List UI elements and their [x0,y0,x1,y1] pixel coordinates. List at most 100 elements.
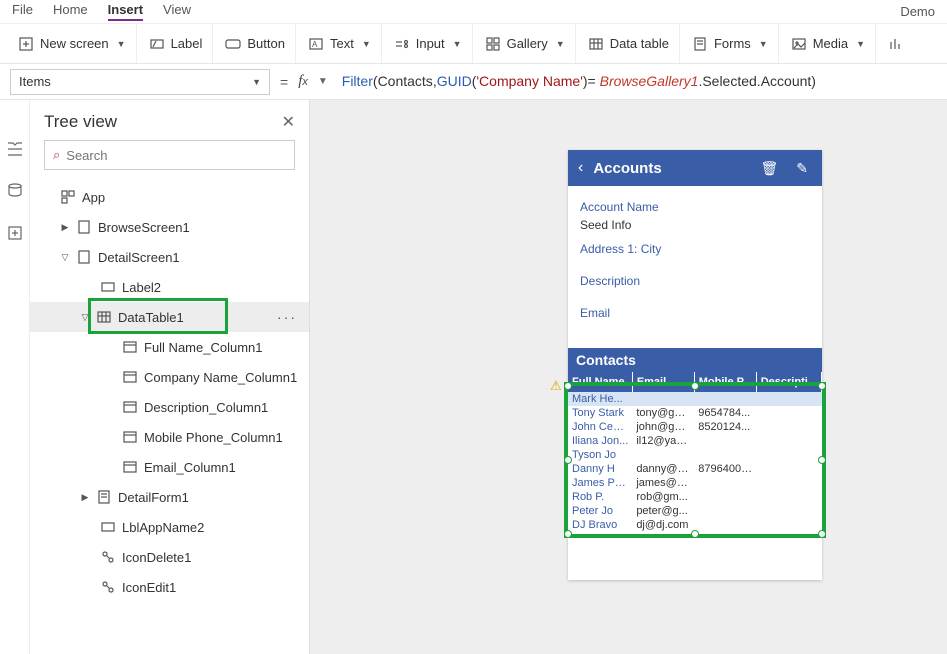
col-mobile[interactable]: Mobile P... [694,372,756,392]
chevron-down-icon: ▼ [117,39,126,49]
button-icon [225,36,241,52]
column-icon [122,340,138,354]
tree-node-col-fullname[interactable]: Full Name_Column1 [30,332,309,362]
tree-label: DetailScreen1 [98,250,180,265]
tree-node-col-mobile[interactable]: Mobile Phone_Column1 [30,422,309,452]
ribbon-media-label: Media [813,36,848,51]
token-contacts: Contacts [378,73,433,89]
field-label-desc: Description [580,274,810,288]
equals-sign: = [270,74,298,90]
table-row[interactable]: Tony Starktony@gm...9654784... [568,406,822,420]
token-filter: Filter [342,73,373,89]
app-preview: ‹ Accounts 🗑 ✎ Account Name Seed Info Ad… [568,150,822,580]
tree-label: LblAppName2 [122,520,204,535]
tree-view-rail-icon[interactable] [6,140,24,158]
tree-label: Description_Column1 [144,400,268,415]
table-row[interactable]: Iliana Jon...il12@yah... [568,434,822,448]
ribbon-gallery[interactable]: Gallery ▼ [475,24,576,63]
token-company: 'Company Name' [476,73,583,89]
tree-node-iconedit[interactable]: IconEdit1 [30,572,309,602]
ribbon-text[interactable]: A Text ▼ [298,24,382,63]
search-input[interactable] [66,148,286,163]
back-icon[interactable]: ‹ [578,159,583,177]
expand-icon[interactable]: ▶ [60,222,70,233]
tree-node-label2[interactable]: Label2 [30,272,309,302]
expand-icon[interactable]: ▶ [80,492,90,503]
menu-home[interactable]: Home [53,2,88,21]
chevron-down-icon[interactable]: ▼ [310,76,336,87]
table-row[interactable]: Danny Hdanny@g...879640014 [568,462,822,476]
more-icon[interactable]: ··· [277,309,297,325]
warning-icon[interactable]: ⚠ [550,378,562,394]
property-selector[interactable]: Items ▼ [10,69,270,95]
ribbon-button[interactable]: Button [215,24,296,63]
ribbon-button-text: Button [247,36,285,51]
design-canvas[interactable]: ‹ Accounts 🗑 ✎ Account Name Seed Info Ad… [310,100,947,654]
media-icon [791,36,807,52]
cell-desc [756,448,821,462]
ribbon-input[interactable]: Input ▼ [384,24,473,63]
insert-rail-icon[interactable] [6,224,24,242]
menu-insert[interactable]: Insert [108,2,143,21]
cell-email [632,392,694,406]
chevron-down-icon: ▼ [759,39,768,49]
ribbon-new-screen[interactable]: New screen ▼ [8,24,137,63]
tree-label: IconEdit1 [122,580,176,595]
table-row[interactable]: Tyson Jo [568,448,822,462]
table-row[interactable]: Rob P.rob@gm... [568,490,822,504]
tree-node-col-desc[interactable]: Description_Column1 [30,392,309,422]
table-row[interactable]: James Pa...james@y... [568,476,822,490]
delete-icon[interactable]: 🗑 [756,160,782,177]
datatable-control[interactable]: ⚠ Full Name Email Mobile P... Descripti.… [568,372,822,532]
tree-node-detailform[interactable]: ▶ DetailForm1 [30,482,309,512]
cell-name: Tony Stark [568,406,632,420]
column-icon [122,370,138,384]
search-box[interactable]: ⌕ [44,140,295,170]
data-rail-icon[interactable] [6,182,24,200]
col-fullname[interactable]: Full Name [568,372,632,392]
ribbon-text-label: Text [330,36,354,51]
tree-node-icondelete[interactable]: IconDelete1 [30,542,309,572]
cell-email: john@gm... [632,420,694,434]
chevron-down-icon: ▼ [856,39,865,49]
tree-node-app[interactable]: App [30,182,309,212]
tree-node-detailscreen[interactable]: ▽ DetailScreen1 [30,242,309,272]
menu-file[interactable]: File [12,2,33,21]
ribbon-gallery-label: Gallery [507,36,548,51]
datatable-icon [96,310,112,324]
ribbon-label[interactable]: Label [139,24,214,63]
ribbon-media[interactable]: Media ▼ [781,24,876,63]
fx-icon: fx [298,73,310,90]
table-row[interactable]: DJ Bravodj@dj.com [568,518,822,532]
cell-email: il12@yah... [632,434,694,448]
tree-node-lblapp[interactable]: LblAppName2 [30,512,309,542]
property-name: Items [19,74,51,89]
menu-bar: File Home Insert View Demo [0,0,947,24]
edit-icon[interactable]: ✎ [792,160,812,177]
menu-view[interactable]: View [163,2,191,21]
col-desc[interactable]: Descripti... [756,372,821,392]
new-screen-icon [18,36,34,52]
cell-email: danny@g... [632,462,694,476]
table-row[interactable]: Peter Jopeter@g... [568,504,822,518]
tree-view-pane: Tree view ✕ ⌕ App ▶ BrowseScreen1 ▽ Deta… [30,100,310,654]
table-row[interactable]: John Ceenajohn@gm...8520124... [568,420,822,434]
formula-input[interactable]: Filter(Contacts,GUID('Company Name')= Br… [336,73,947,90]
tree-node-col-email[interactable]: Email_Column1 [30,452,309,482]
ribbon-forms[interactable]: Forms ▼ [682,24,779,63]
tree-list: App ▶ BrowseScreen1 ▽ DetailScreen1 Labe… [30,180,309,654]
app-header: ‹ Accounts 🗑 ✎ [568,150,822,186]
tree-label: Company Name_Column1 [144,370,297,385]
ribbon-datatable[interactable]: Data table [578,24,680,63]
cell-name: Tyson Jo [568,448,632,462]
tree-node-col-company[interactable]: Company Name_Column1 [30,362,309,392]
tree-node-datatable1[interactable]: ▽ DataTable1 ··· [30,302,309,332]
tree-node-browsescreen[interactable]: ▶ BrowseScreen1 [30,212,309,242]
collapse-icon[interactable]: ▽ [60,252,70,263]
ribbon-chart[interactable] [878,24,914,63]
col-email[interactable]: Email [632,372,694,392]
contacts-table: Full Name Email Mobile P... Descripti...… [568,372,822,532]
collapse-icon[interactable]: ▽ [80,312,90,323]
table-row[interactable]: Mark He... [568,392,822,406]
close-icon[interactable]: ✕ [282,112,295,132]
